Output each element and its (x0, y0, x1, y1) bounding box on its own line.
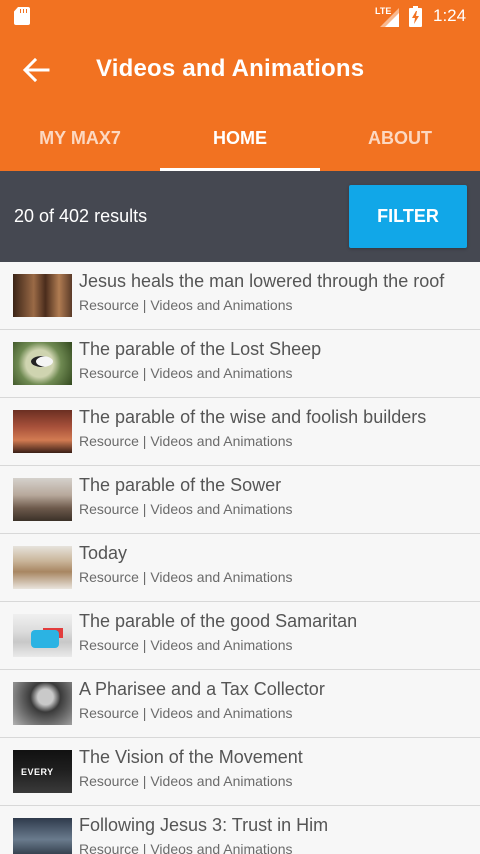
video-thumbnail (13, 546, 72, 589)
tab-my-max7[interactable]: MY MAX7 (0, 104, 160, 171)
item-title: The parable of the Lost Sheep (79, 339, 322, 359)
filter-button[interactable]: FILTER (349, 185, 467, 248)
item-subtitle: Resource | Videos and Animations (79, 365, 293, 381)
video-thumbnail (13, 410, 72, 453)
item-title: Today (79, 543, 128, 563)
item-subtitle: Resource | Videos and Animations (79, 297, 293, 313)
tab-bar: MY MAX7 HOME ABOUT (0, 104, 480, 171)
list-item[interactable]: Following Jesus 3: Trust in Him Resource… (0, 806, 480, 854)
results-list: Jesus heals the man lowered through the … (0, 262, 480, 854)
list-item[interactable]: A Pharisee and a Tax Collector Resource … (0, 670, 480, 738)
filter-bar: 20 of 402 results FILTER (0, 171, 480, 262)
thumbnail-text: EVERY (21, 767, 54, 777)
item-title: Jesus heals the man lowered through the … (79, 271, 445, 291)
video-thumbnail (13, 274, 72, 317)
sd-card-icon (14, 7, 30, 25)
item-title: The Vision of the Movement (79, 747, 303, 767)
tab-about[interactable]: ABOUT (320, 104, 480, 171)
video-thumbnail (13, 614, 72, 657)
item-subtitle: Resource | Videos and Animations (79, 433, 293, 449)
clock: 1:24 (433, 6, 467, 25)
video-thumbnail (13, 478, 72, 521)
results-count: 20 of 402 results (14, 206, 148, 226)
battery-charging-icon (409, 6, 422, 27)
list-item[interactable]: The parable of the good Samaritan Resour… (0, 602, 480, 670)
video-thumbnail (13, 818, 72, 854)
list-item[interactable]: Jesus heals the man lowered through the … (0, 262, 480, 330)
list-item[interactable]: Today Resource | Videos and Animations (0, 534, 480, 602)
item-title: The parable of the wise and foolish buil… (79, 407, 427, 427)
tab-home[interactable]: HOME (160, 104, 320, 171)
list-item[interactable]: The parable of the wise and foolish buil… (0, 398, 480, 466)
item-subtitle: Resource | Videos and Animations (79, 705, 293, 721)
video-thumbnail: EVERY (13, 750, 72, 793)
list-item[interactable]: The parable of the Sower Resource | Vide… (0, 466, 480, 534)
item-subtitle: Resource | Videos and Animations (79, 841, 293, 854)
app-bar: Videos and Animations MY MAX7 HOME ABOUT (0, 34, 480, 171)
item-subtitle: Resource | Videos and Animations (79, 501, 293, 517)
item-title: The parable of the good Samaritan (79, 611, 358, 631)
page-title: Videos and Animations (96, 55, 365, 82)
item-subtitle: Resource | Videos and Animations (79, 773, 293, 789)
status-bar: LTE 1:24 (0, 0, 480, 34)
back-arrow-icon[interactable] (22, 56, 50, 84)
item-title: Following Jesus 3: Trust in Him (79, 815, 329, 835)
item-subtitle: Resource | Videos and Animations (79, 637, 293, 653)
item-title: A Pharisee and a Tax Collector (79, 679, 325, 699)
video-thumbnail (13, 682, 72, 725)
list-item[interactable]: EVERY The Vision of the Movement Resourc… (0, 738, 480, 806)
list-item[interactable]: The parable of the Lost Sheep Resource |… (0, 330, 480, 398)
video-thumbnail (13, 342, 72, 385)
item-title: The parable of the Sower (79, 475, 282, 495)
signal-icon (380, 8, 399, 27)
item-subtitle: Resource | Videos and Animations (79, 569, 293, 585)
